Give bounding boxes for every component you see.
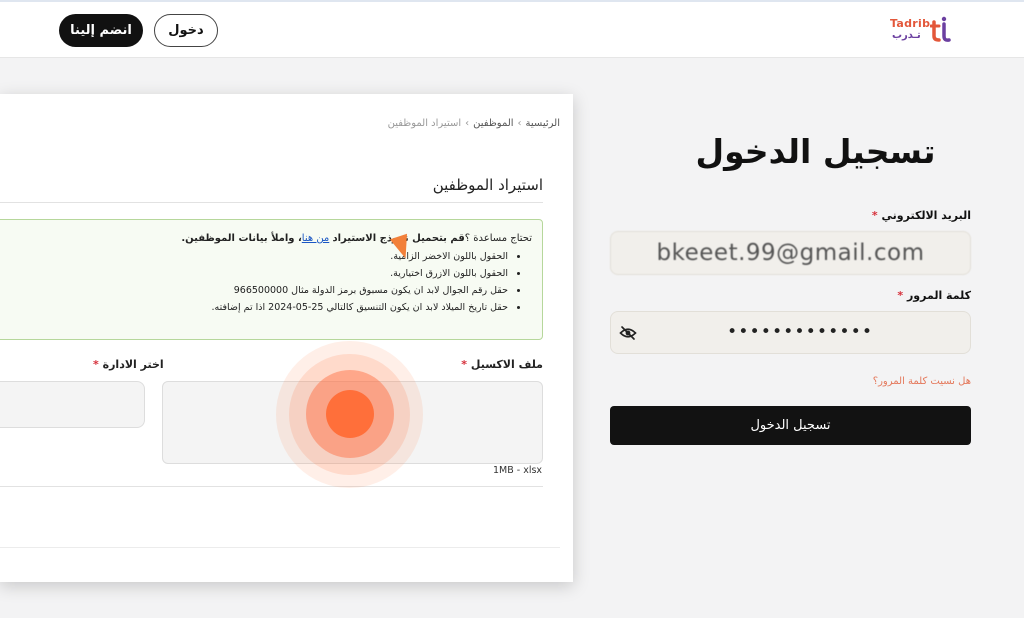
help-intro-plain: تحتاج مساعدة ؟ <box>464 233 532 244</box>
divider <box>0 202 543 203</box>
required-asterisk: * <box>461 358 468 371</box>
card-title: استيراد الموظفين <box>432 176 543 194</box>
help-list-item: الحقول باللون الازرق اختيارية. <box>7 265 508 282</box>
password-field[interactable]: ••••••••••••• <box>610 311 971 354</box>
email-field[interactable]: bkeeet.99@gmail.com <box>610 231 971 275</box>
login-title: تسجيل الدخول <box>695 132 936 171</box>
click-ripple-core <box>326 390 374 438</box>
breadcrumb: الرئيسية›الموظفين›استيراد الموظفين <box>388 118 560 129</box>
breadcrumb-home[interactable]: الرئيسية <box>526 118 560 129</box>
logo-mark-icon <box>930 16 951 42</box>
breadcrumb-separator: › <box>517 118 522 129</box>
template-download-link[interactable]: من هنا <box>302 233 330 244</box>
logo-text-ar: تـدرب <box>892 30 921 41</box>
required-asterisk: * <box>93 358 99 371</box>
department-select[interactable] <box>0 381 145 428</box>
breadcrumb-current: استيراد الموظفين <box>387 118 462 129</box>
excel-file-label-text: ملف الاكسيل <box>470 358 543 371</box>
help-intro: تحتاج مساعدة ؟قم بتحميل نموذج الاستيراد … <box>7 231 532 248</box>
logo-text-en: Tadrib <box>890 17 931 30</box>
department-label-text: اختر الادارة <box>102 358 164 371</box>
breadcrumb-separator: › <box>465 118 470 129</box>
import-employees-card: الرئيسية›الموظفين›استيراد الموظفين استير… <box>0 94 573 582</box>
help-list-item: الحقول باللون الاخضر الزامية. <box>7 248 508 265</box>
breadcrumb-employees[interactable]: الموظفين <box>473 118 513 129</box>
header-login-button[interactable]: دخول <box>154 14 218 47</box>
required-asterisk: * <box>871 209 878 222</box>
tadrib-logo[interactable]: Tadrib تـدرب <box>890 15 952 45</box>
eye-off-icon[interactable] <box>619 325 637 341</box>
forgot-password-link[interactable]: هل نسيت كلمة المرور؟ <box>873 376 971 387</box>
help-list-item: حقل رقم الجوال لابد ان يكون مسبوق برمز ا… <box>7 282 508 299</box>
password-value: ••••••••••••• <box>727 322 874 342</box>
department-label: اختر الادارة * <box>93 358 164 371</box>
required-asterisk: * <box>897 289 904 302</box>
password-label-text: كلمة المرور <box>906 289 971 302</box>
excel-file-label: ملف الاكسيل * <box>461 358 543 371</box>
help-list: الحقول باللون الاخضر الزامية. الحقول بال… <box>7 248 508 316</box>
file-format-hint: 1MB - xlsx <box>493 465 543 476</box>
email-label: البريد الالكتروني * <box>872 209 971 222</box>
login-submit-button[interactable]: تسجيل الدخول <box>610 406 971 445</box>
help-alert: تحتاج مساعدة ؟قم بتحميل نموذج الاستيراد … <box>0 219 543 340</box>
help-intro-end: ، واملأ بيانات الموظفين. <box>181 233 302 244</box>
top-navbar: انضم إلينا دخول Tadrib تـدرب <box>0 0 1024 58</box>
password-label: كلمة المرور * <box>897 289 971 302</box>
help-list-item: حقل تاريخ الميلاد لابد ان يكون التنسيق ك… <box>7 299 508 316</box>
email-label-text: البريد الالكتروني <box>881 209 971 222</box>
join-us-button[interactable]: انضم إلينا <box>59 14 143 47</box>
divider <box>0 547 560 548</box>
divider <box>0 486 543 487</box>
